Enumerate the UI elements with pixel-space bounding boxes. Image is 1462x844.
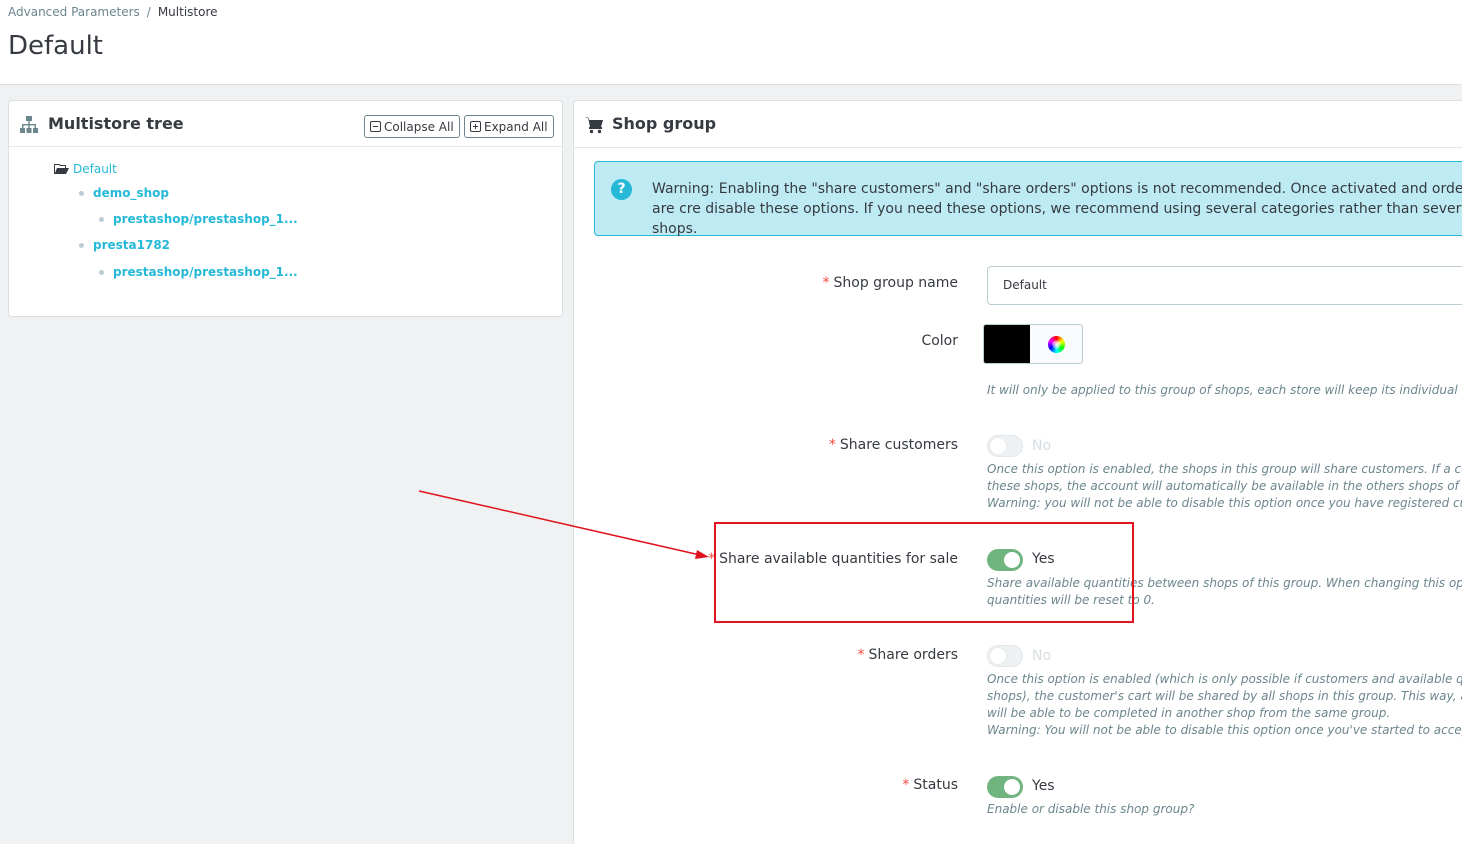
- breadcrumb-current: Multistore: [157, 5, 218, 19]
- multistore-tree-panel: Multistore tree Collapse All Expand All …: [8, 100, 563, 317]
- breadcrumb-separator: /: [146, 5, 151, 19]
- shop-group-name-label: * Shop group name: [823, 275, 958, 291]
- breadcrumb: Advanced Parameters / Multistore: [8, 5, 218, 19]
- color-picker-button[interactable]: [1030, 324, 1083, 364]
- question-circle-icon: ?: [611, 179, 632, 200]
- tree-bullet-icon: [99, 216, 104, 222]
- status-label: * Status: [902, 777, 958, 793]
- tree-node-shop-demo[interactable]: demo_shop: [79, 186, 169, 200]
- shop-group-panel: Shop group ? Warning: Enabling the "shar…: [573, 100, 1462, 844]
- required-marker: *: [902, 777, 910, 793]
- status-label-text: Status: [913, 777, 958, 793]
- color-label: Color: [921, 333, 958, 349]
- color-swatch[interactable]: [983, 324, 1031, 364]
- warning-alert: ? Warning: Enabling the "share customers…: [594, 161, 1462, 237]
- toggle-knob: [990, 648, 1006, 664]
- share-orders-help-2: shops), the customer's cart will be shar…: [987, 689, 1462, 703]
- tree-node-group-label: Default: [73, 162, 117, 176]
- page-title: Default: [8, 31, 103, 61]
- tree-node-url-demo-label: prestashop/prestashop_1...: [113, 212, 298, 226]
- status-label-row: * Status: [574, 777, 958, 797]
- expand-all-button[interactable]: Expand All: [464, 115, 554, 138]
- share-orders-label-row: * Share orders: [574, 647, 958, 667]
- warning-alert-text: Warning: Enabling the "share customers" …: [652, 181, 1462, 237]
- share-customers-toggle[interactable]: [987, 435, 1023, 457]
- required-marker: *: [828, 437, 836, 453]
- shop-group-name-input[interactable]: Default: [987, 266, 1462, 305]
- share-orders-label: * Share orders: [858, 647, 958, 663]
- required-marker: *: [822, 275, 830, 291]
- share-orders-toggle[interactable]: [987, 645, 1023, 667]
- toggle-knob: [990, 438, 1006, 454]
- breadcrumb-parent-link[interactable]: Advanced Parameters: [8, 5, 140, 19]
- shop-group-name-label-row: * Shop group name: [574, 275, 958, 295]
- tree-node-shop-demo-label: demo_shop: [93, 186, 169, 200]
- share-orders-help-1: Once this option is enabled (which is on…: [987, 672, 1462, 686]
- sitemap-icon: [20, 116, 38, 133]
- required-marker: *: [857, 647, 865, 663]
- share-customers-state: No: [1032, 438, 1052, 454]
- tree-node-url-demo[interactable]: prestashop/prestashop_1...: [99, 212, 298, 226]
- tree-node-shop-presta-label: presta1782: [93, 238, 171, 252]
- share-customers-help-1: Once this option is enabled, the shops i…: [987, 462, 1462, 476]
- folder-open-icon: [54, 163, 69, 174]
- share-customers-label-row: * Share customers: [574, 437, 958, 457]
- form-panel-title: Shop group: [612, 114, 717, 133]
- share-customers-help-2: these shops, the account will automatica…: [987, 479, 1462, 493]
- status-state: Yes: [1032, 778, 1055, 794]
- share-orders-label-text: Share orders: [868, 647, 958, 663]
- tree-node-url-presta[interactable]: prestashop/prestashop_1...: [99, 265, 298, 279]
- share-orders-state: No: [1032, 648, 1052, 664]
- share-customers-label: * Share customers: [829, 437, 958, 453]
- tree-bullet-icon: [99, 269, 104, 275]
- tree-node-shop-presta[interactable]: presta1782: [79, 238, 170, 252]
- form-panel-heading: Shop group: [574, 101, 1462, 148]
- plus-square-icon: [470, 121, 481, 132]
- share-customers-help-3: Warning: you will not be able to disable…: [987, 496, 1462, 510]
- color-help-text: It will only be applied to this group of…: [987, 383, 1462, 397]
- color-wheel-icon: [1048, 336, 1065, 353]
- tree-panel-title: Multistore tree: [48, 114, 184, 133]
- toggle-knob: [1004, 779, 1020, 795]
- share-orders-help-3: will be able to be completed in another …: [987, 706, 1391, 720]
- expand-all-label: Expand All: [484, 119, 548, 134]
- collapse-all-button[interactable]: Collapse All: [364, 115, 460, 138]
- tree-node-url-presta-label: prestashop/prestashop_1...: [113, 265, 298, 279]
- color-label-row: Color: [574, 333, 958, 353]
- tree-node-group[interactable]: Default: [54, 162, 117, 176]
- share-customers-label-text: Share customers: [839, 437, 958, 453]
- share-orders-help-4: Warning: You will not be able to disable…: [987, 723, 1462, 737]
- status-toggle[interactable]: [987, 776, 1023, 798]
- tree-panel-heading: Multistore tree Collapse All Expand All: [9, 101, 562, 147]
- tree-bullet-icon: [79, 190, 84, 196]
- shopping-cart-icon: [585, 117, 603, 134]
- annotation-highlight-box: [714, 522, 1134, 623]
- status-help-text: Enable or disable this shop group?: [987, 802, 1195, 816]
- collapse-all-label: Collapse All: [384, 119, 454, 134]
- minus-square-icon: [370, 121, 381, 132]
- tree-bullet-icon: [79, 242, 84, 248]
- page-header: Advanced Parameters / Multistore Default: [0, 0, 1462, 85]
- shop-group-name-label-text: Shop group name: [833, 275, 958, 291]
